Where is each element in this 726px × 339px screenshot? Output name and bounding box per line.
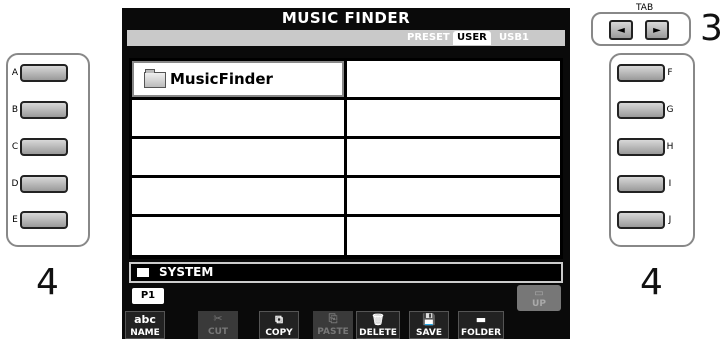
tab-user[interactable]: USER (453, 31, 491, 45)
button-j-key[interactable] (617, 211, 665, 229)
drive-tab-strip: PRESET USER USB1 (127, 30, 565, 46)
button-f-key[interactable] (617, 64, 665, 82)
system-folder-icon (137, 268, 149, 277)
callout-left-number: 4 (36, 262, 59, 303)
trash-icon: 🗑 (371, 313, 385, 326)
callout-right-number: 4 (640, 262, 663, 303)
button-b-key[interactable] (20, 101, 68, 119)
button-c-label: C (11, 142, 19, 152)
button-j-label: J (668, 215, 672, 225)
button-j[interactable]: J (617, 211, 675, 229)
tab-caption: TAB (636, 3, 654, 13)
file-slot-5[interactable] (132, 217, 344, 255)
button-i-key[interactable] (617, 175, 665, 193)
file-item-name: MusicFinder (170, 70, 273, 88)
button-e-label: E (12, 215, 18, 225)
name-button-label: NAME (130, 328, 160, 338)
button-g-key[interactable] (617, 101, 665, 119)
tab-usb1[interactable]: USB1 (495, 31, 533, 45)
button-b-label: B (11, 105, 19, 115)
file-item-musicfinder[interactable]: MusicFinder (132, 61, 344, 97)
save-button-label: SAVE (416, 328, 442, 338)
cut-button[interactable]: ✂ CUT (198, 311, 238, 339)
button-i-label: I (668, 179, 672, 189)
copy-button-label: COPY (265, 328, 293, 338)
button-d[interactable]: D (10, 175, 68, 193)
system-folder-bar[interactable]: SYSTEM (129, 262, 563, 283)
file-slot-7[interactable] (347, 100, 560, 136)
name-icon: abc (134, 313, 156, 326)
tab-button-group (591, 12, 691, 46)
button-d-key[interactable] (20, 175, 68, 193)
bottom-function-bar: abc NAME ✂ CUT ⧉ COPY ⎘ PASTE 🗑 DELETE 💾… (122, 308, 570, 339)
button-f[interactable]: F (617, 64, 675, 82)
file-slot-10[interactable] (347, 217, 560, 255)
screen-title: MUSIC FINDER (281, 9, 411, 27)
save-button[interactable]: 💾 SAVE (409, 311, 449, 339)
file-slot-8[interactable] (347, 139, 560, 175)
name-button[interactable]: abc NAME (125, 311, 165, 339)
paste-button[interactable]: ⎘ PASTE (313, 311, 353, 339)
new-folder-icon: ▬ (475, 313, 487, 326)
button-e-key[interactable] (20, 211, 68, 229)
file-slot-9[interactable] (347, 178, 560, 214)
file-list: MusicFinder (129, 58, 563, 259)
folder-button-label: FOLDER (460, 328, 502, 338)
tab-right-button[interactable]: ► (645, 20, 669, 40)
copy-button[interactable]: ⧉ COPY (259, 311, 299, 339)
button-f-label: F (667, 68, 673, 78)
file-slot-4[interactable] (132, 178, 344, 214)
paste-button-label: PASTE (317, 327, 349, 337)
button-d-label: D (11, 179, 19, 189)
paste-icon: ⎘ (328, 312, 338, 325)
folder-icon (144, 68, 166, 88)
button-h[interactable]: H (617, 138, 675, 156)
button-g[interactable]: G (617, 101, 675, 119)
button-h-label: H (666, 142, 674, 152)
cut-button-label: CUT (207, 327, 229, 337)
button-g-label: G (666, 105, 674, 115)
save-icon: 💾 (422, 313, 436, 326)
file-slot-6[interactable] (347, 61, 560, 97)
copy-icon: ⧉ (275, 313, 283, 326)
button-c[interactable]: C (10, 138, 68, 156)
delete-button[interactable]: 🗑 DELETE (356, 311, 400, 339)
scissors-icon: ✂ (213, 312, 223, 325)
button-a[interactable]: A (10, 64, 68, 82)
page-tab-p1[interactable]: P1 (132, 288, 164, 304)
button-a-label: A (11, 68, 19, 78)
button-i[interactable]: I (617, 175, 675, 193)
button-b[interactable]: B (10, 101, 68, 119)
callout-tab-number: 3 (700, 8, 723, 49)
tab-preset[interactable]: PRESET (403, 31, 454, 45)
file-item-label: MusicFinder (144, 68, 273, 88)
lcd-screen: MUSIC FINDER PRESET USER USB1 MusicFinde… (122, 8, 570, 339)
folder-button[interactable]: ▬ FOLDER (458, 311, 504, 339)
button-c-key[interactable] (20, 138, 68, 156)
file-slot-3[interactable] (132, 139, 344, 175)
system-folder-label: SYSTEM (159, 265, 214, 279)
button-e[interactable]: E (10, 211, 68, 229)
up-folder-icon: ▭ (534, 288, 544, 299)
delete-button-label: DELETE (359, 328, 397, 338)
button-h-key[interactable] (617, 138, 665, 156)
tab-left-button[interactable]: ◄ (609, 20, 633, 40)
button-a-key[interactable] (20, 64, 68, 82)
file-slot-2[interactable] (132, 100, 344, 136)
